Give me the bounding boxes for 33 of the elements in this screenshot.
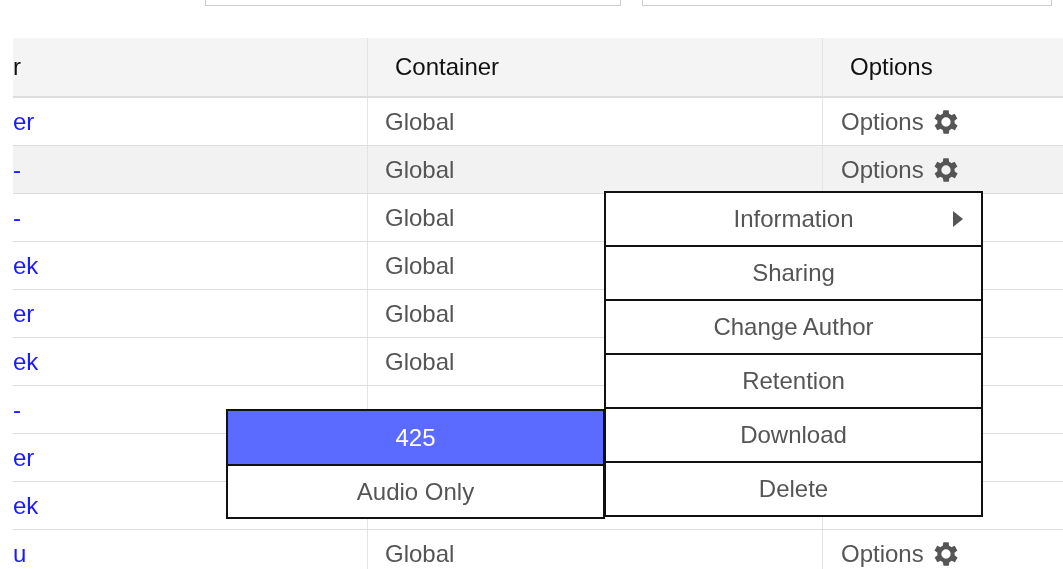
column-header: r [13,53,21,81]
name-link[interactable]: ek [13,251,39,280]
options-link[interactable]: Options [841,153,962,186]
name-link[interactable]: er [13,443,35,472]
menu-item[interactable]: Change Author [606,299,981,353]
name-link[interactable]: - [13,203,21,232]
filter-field[interactable] [205,0,621,6]
table-cell: Global [385,539,455,568]
column-header: Container [395,53,500,81]
menu-item[interactable]: Retention [606,353,981,407]
options-link[interactable]: Options [841,105,962,138]
name-link[interactable]: u [13,539,27,568]
menu-item[interactable]: Information [606,193,981,245]
menu-item[interactable]: Delete [606,461,981,515]
name-link[interactable]: ek [13,491,39,520]
name-link[interactable]: ek [13,347,39,376]
menu-item[interactable]: Download [606,407,981,461]
name-link[interactable]: er [13,299,35,328]
table-cell: Global [385,299,455,328]
column-header: Options [850,53,933,81]
table-cell: Global [385,155,455,184]
submenu-item[interactable]: 425 [228,411,603,464]
name-link[interactable]: er [13,107,35,136]
options-link[interactable]: Options [841,537,962,569]
table-cell: Global [385,347,455,376]
table-cell: Global [385,251,455,280]
submenu-item[interactable]: Audio Only [228,464,603,517]
menu-item[interactable]: Sharing [606,245,981,299]
table-cell: Global [385,203,455,232]
name-link[interactable]: - [13,395,21,424]
table-cell: Global [385,107,455,136]
filter-field[interactable] [642,0,1052,6]
name-link[interactable]: - [13,155,21,184]
